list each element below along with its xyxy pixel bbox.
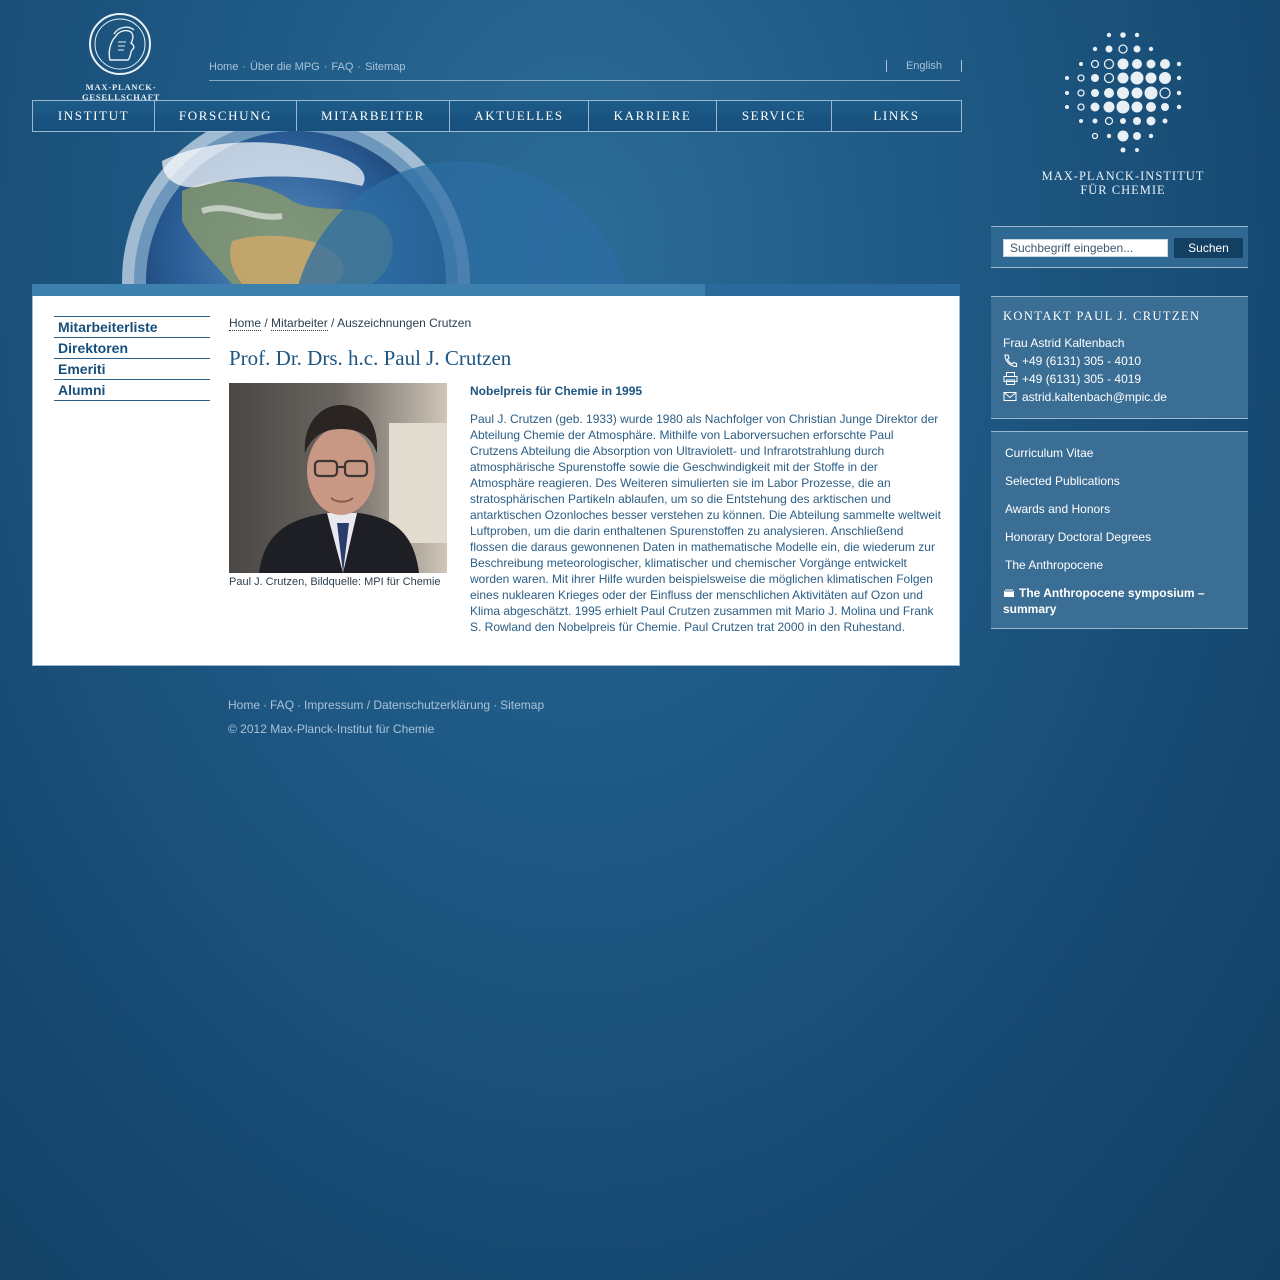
institute-name-line1: MAX-PLANCK-INSTITUT (1041, 169, 1205, 183)
subnav-emeriti[interactable]: Emeriti (54, 358, 210, 379)
breadcrumb-separator: / (327, 316, 338, 330)
top-links: Home · Über die MPG · FAQ · Sitemap (209, 61, 406, 73)
link-curriculum-vitae[interactable]: Curriculum Vitae (1005, 446, 1093, 460)
nav-institut[interactable]: INSTITUT (33, 101, 155, 131)
phone-icon (1004, 354, 1018, 367)
mpg-logo[interactable]: MAX-PLANCK-GESELLSCHAFT (52, 10, 190, 102)
subnav-mitarbeiterliste[interactable]: Mitarbeiterliste (54, 316, 210, 337)
hero-banner (32, 131, 960, 284)
subnav-direktoren[interactable]: Direktoren (54, 337, 210, 358)
contact-box: KONTAKT PAUL J. CRUTZEN Frau Astrid Kalt… (991, 296, 1248, 419)
contact-phone-row: +49 (6131) 305 - 4010 (1003, 353, 1141, 369)
footer-links: Home · FAQ · Impressum / Datenschutzerklärun… (228, 698, 545, 712)
footer-link-imprint[interactable]: Impressum / Datenschutzerklärung (304, 698, 490, 712)
page-title: Prof. Dr. Drs. h.c. Paul J. Crutzen (229, 346, 512, 370)
nav-service[interactable]: SERVICE (717, 101, 832, 131)
top-link-faq[interactable]: FAQ (331, 61, 353, 73)
footer-link-home[interactable]: Home (228, 698, 260, 712)
document-icon (1004, 589, 1014, 597)
breadcrumb-mitarbeiter[interactable]: Mitarbeiter (271, 316, 328, 331)
language-switch[interactable]: English (886, 60, 962, 72)
fax-icon (1003, 372, 1018, 385)
article-subheading: Nobelpreis für Chemie in 1995 (470, 384, 643, 398)
copyright: © 2012 Max-Planck-Institut für Chemie (228, 722, 435, 736)
top-link-about-mpg[interactable]: Über die MPG (250, 61, 320, 73)
header-divider (209, 80, 960, 81)
contact-fax-row: +49 (6131) 305 - 4019 (1003, 371, 1141, 387)
institute-name: MAX-PLANCK-INSTITUT FÜR CHEMIE (1020, 169, 1226, 197)
top-link-home[interactable]: Home (209, 61, 238, 73)
nav-aktuelles[interactable]: AKTUELLES (450, 101, 589, 131)
footer-link-faq[interactable]: FAQ (270, 698, 294, 712)
link-awards-and-honors[interactable]: Awards and Honors (1005, 502, 1110, 516)
link-the-anthropocene[interactable]: The Anthropocene (1005, 558, 1103, 572)
footer-link-sitemap[interactable]: Sitemap (500, 698, 544, 712)
institute-name-line2: FÜR CHEMIE (1080, 183, 1166, 197)
sub-navigation: Mitarbeiterliste Direktoren Emeriti Alum… (54, 316, 210, 401)
main-nav: INSTITUT FORSCHUNG MITARBEITER AKTUELLES… (32, 100, 962, 132)
earth-banner-image (122, 131, 626, 284)
mpg-seal-text: MAX-PLANCK-GESELLSCHAFT (81, 82, 161, 102)
contact-title: KONTAKT PAUL J. CRUTZEN (1003, 309, 1201, 323)
related-links-box: Curriculum Vitae Selected Publications A… (991, 431, 1248, 629)
nav-karriere[interactable]: KARRIERE (589, 101, 717, 131)
search-button[interactable]: Suchen (1174, 238, 1243, 258)
breadcrumb-current: Auszeichnungen Crutzen (337, 316, 472, 330)
minerva-seal-icon (89, 13, 151, 75)
contact-email-link[interactable]: astrid.kaltenbach@mpic.de (1022, 390, 1167, 404)
article-body: Paul J. Crutzen (geb. 1933) wurde 1980 a… (229, 411, 943, 635)
nav-mitarbeiter[interactable]: MITARBEITER (297, 101, 450, 131)
contact-phone: +49 (6131) 305 - 4010 (1022, 354, 1142, 368)
breadcrumb-home[interactable]: Home (229, 316, 262, 331)
search-input[interactable] (1003, 239, 1168, 257)
link-anthropocene-symposium-label: The Anthropocene symposium – summary (1003, 586, 1205, 616)
search-box: Suchen (991, 226, 1248, 268)
top-link-sitemap[interactable]: Sitemap (365, 61, 405, 73)
hero-bottom-bar (32, 284, 960, 296)
nav-links[interactable]: LINKS (832, 101, 961, 131)
nav-forschung[interactable]: FORSCHUNG (155, 101, 297, 131)
contact-email-row: astrid.kaltenbach@mpic.de (1003, 389, 1167, 405)
content-panel: Mitarbeiterliste Direktoren Emeriti Alum… (32, 296, 960, 666)
contact-name: Frau Astrid Kaltenbach (1003, 336, 1125, 350)
link-honorary-doctoral-degrees[interactable]: Honorary Doctoral Degrees (1005, 530, 1151, 544)
contact-fax: +49 (6131) 305 - 4019 (1022, 372, 1142, 386)
link-selected-publications[interactable]: Selected Publications (1005, 474, 1120, 488)
link-anthropocene-symposium[interactable]: The Anthropocene symposium – summary (1003, 585, 1233, 617)
article-body-text: Paul J. Crutzen (geb. 1933) wurde 1980 a… (470, 412, 941, 634)
subnav-alumni[interactable]: Alumni (54, 379, 210, 401)
mail-icon (1003, 392, 1017, 401)
breadcrumb-separator: / (261, 316, 272, 330)
breadcrumb: Home / Mitarbeiter / Auszeichnungen Crut… (229, 316, 472, 331)
